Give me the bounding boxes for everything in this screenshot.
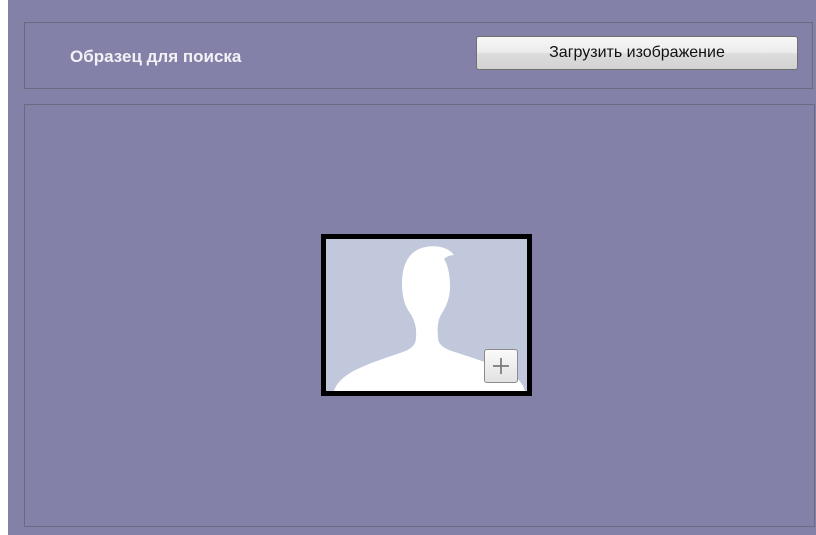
page-title: Образец для поиска xyxy=(70,47,242,66)
header-group: Образец для поиска Загрузить изображение xyxy=(24,22,813,89)
plus-icon xyxy=(493,358,509,374)
search-sample-panel: Образец для поиска Загрузить изображение xyxy=(8,0,816,535)
upload-image-button[interactable]: Загрузить изображение xyxy=(476,36,798,70)
preview-group xyxy=(24,104,815,527)
photo-frame[interactable] xyxy=(321,234,532,396)
add-photo-button[interactable] xyxy=(484,349,518,383)
